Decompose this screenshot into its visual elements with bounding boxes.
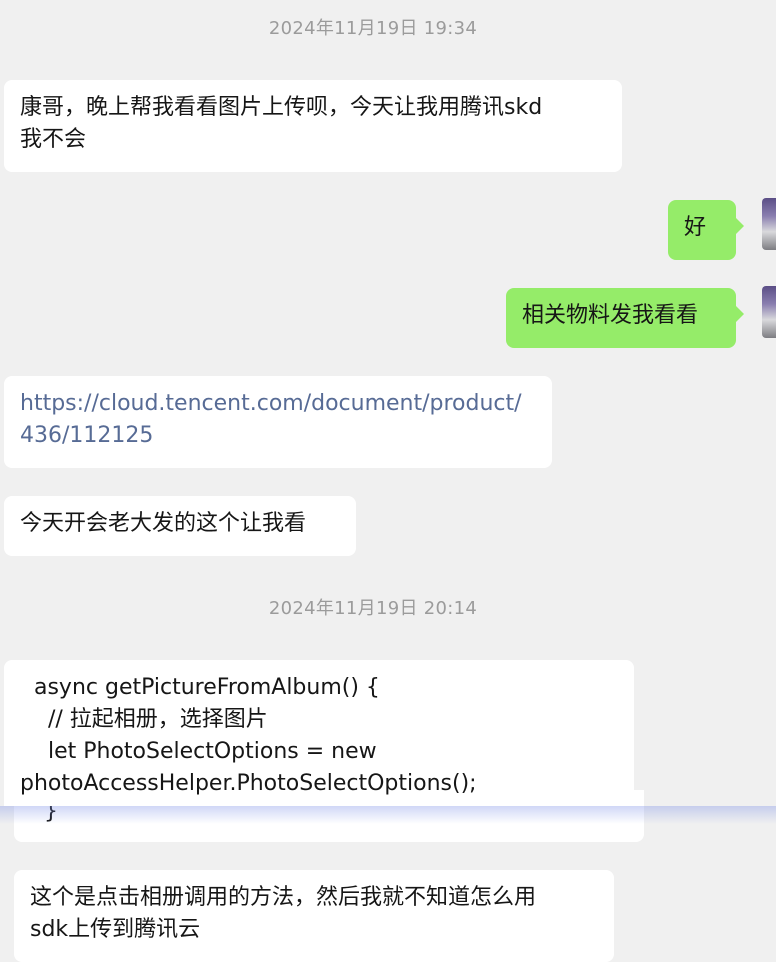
message-incoming-explanation[interactable]: 这个是点击相册调用的方法，然后我就不知道怎么用 sdk上传到腾讯云: [14, 870, 614, 962]
avatar[interactable]: [762, 286, 776, 338]
message-text: 今天开会老大发的这个让我看: [20, 511, 307, 536]
link-text-line[interactable]: https://cloud.tencent.com/document/produ…: [20, 388, 536, 420]
message-outgoing-send-materials[interactable]: 相关物料发我看看: [506, 288, 744, 348]
code-line: let PhotoSelectOptions = new: [20, 739, 377, 764]
code-line: async getPictureFromAlbum() {: [20, 675, 380, 700]
avatar[interactable]: [762, 198, 776, 250]
timestamp-2: 2024年11月19日 20:14: [268, 598, 478, 619]
message-incoming-upload-help[interactable]: 康哥，晚上帮我看看图片上传呗，今天让我用腾讯skd 我不会: [4, 80, 622, 172]
message-incoming-meeting[interactable]: 今天开会老大发的这个让我看: [4, 496, 356, 556]
message-text-line: 我不会: [20, 127, 87, 152]
message-text-line: 康哥，晚上帮我看看图片上传呗，今天让我用腾讯skd: [20, 95, 543, 120]
code-message-card[interactable]: async getPictureFromAlbum() { // 拉起相册，选择…: [4, 660, 634, 806]
message-incoming-link[interactable]: https://cloud.tencent.com/document/produ…: [4, 376, 552, 468]
code-line: // 拉起相册，选择图片: [20, 707, 268, 732]
message-outgoing-ok[interactable]: 好: [668, 200, 744, 260]
scroll-shadow: [0, 806, 776, 824]
code-line: photoAccessHelper.PhotoSelectOptions();: [20, 771, 477, 796]
message-text: 相关物料发我看看: [522, 303, 699, 328]
timestamp-1: 2024年11月19日 19:34: [268, 18, 478, 39]
link-text-line[interactable]: 436/112125: [20, 420, 536, 452]
message-text-line: sdk上传到腾讯云: [30, 917, 201, 942]
message-text: 好: [684, 215, 707, 240]
message-text-line: 这个是点击相册调用的方法，然后我就不知道怎么用: [30, 885, 537, 910]
